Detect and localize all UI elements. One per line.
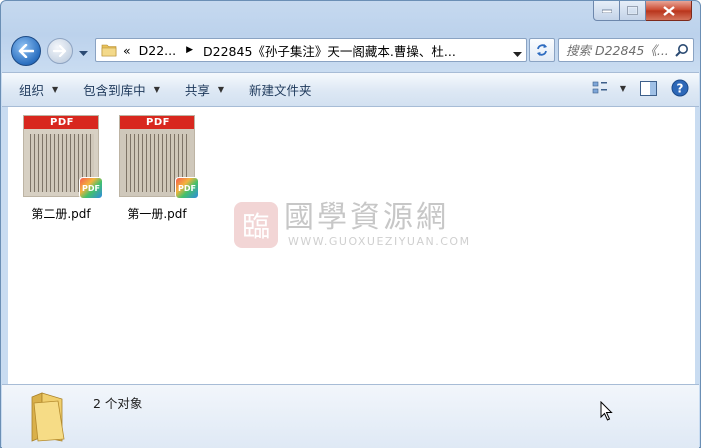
search-icon[interactable]: [675, 43, 689, 57]
details-pane: 2 个对象: [2, 384, 699, 448]
chevron-down-icon: ▼: [217, 85, 225, 94]
watermark: 臨 國學資源網 WWW.GUOXUEZIYUAN.COM: [234, 201, 471, 248]
organize-label: 组织: [19, 83, 45, 98]
watermark-text: 國學資源網 WWW.GUOXUEZIYUAN.COM: [284, 200, 471, 249]
navigation-bar: « D22... ▶ D22845《孙子集注》天一阁藏本.曹操、杜...: [9, 34, 695, 68]
caption-buttons: [593, 1, 692, 21]
preview-pane-button[interactable]: [640, 80, 657, 96]
watermark-url: WWW.GUOXUEZIYUAN.COM: [288, 235, 471, 248]
explorer-window: « D22... ▶ D22845《孙子集注》天一阁藏本.曹操、杜... 搜索 …: [0, 0, 701, 448]
command-bar: 组织 ▼ 包含到库中 ▼ 共享 ▼ 新建文件夹 ▼ ?: [2, 72, 699, 107]
chevron-down-icon[interactable]: ▼: [620, 84, 626, 93]
svg-text:?: ?: [677, 82, 684, 96]
breadcrumb-current[interactable]: D22845《孙子集注》天一阁藏本.曹操、杜...: [203, 41, 456, 60]
help-icon: ?: [671, 79, 689, 97]
breadcrumb-overflow[interactable]: «: [123, 43, 131, 58]
back-arrow-icon: [18, 44, 34, 58]
pdf-app-icon: PDF: [79, 177, 103, 199]
mouse-cursor-icon: [600, 401, 613, 421]
file-name[interactable]: 第二册.pdf: [31, 205, 90, 222]
folder-icon: [101, 44, 117, 57]
chevron-down-icon: ▼: [52, 85, 59, 94]
item-count: 2 个对象: [93, 396, 143, 411]
file-list-pane[interactable]: PDF PDF 第二册.pdf PDF PDF 第一册.pdf 臨 國學資源網 …: [8, 107, 695, 384]
chevron-down-icon: ▼: [153, 85, 160, 94]
folder-icon: [31, 392, 65, 442]
pdf-banner: PDF: [120, 116, 194, 129]
file-item[interactable]: PDF PDF 第二册.pdf: [21, 115, 103, 222]
file-item[interactable]: PDF PDF 第一册.pdf: [117, 115, 199, 222]
refresh-button[interactable]: [529, 38, 555, 62]
organize-menu[interactable]: 组织 ▼: [11, 78, 66, 102]
chevron-down-icon: [513, 52, 522, 57]
recent-pages-dropdown[interactable]: [79, 46, 88, 60]
help-button[interactable]: ?: [671, 79, 689, 97]
view-options-icon: [592, 81, 607, 94]
toolbar-right-icons: ▼ ?: [578, 79, 689, 97]
pdf-thumbnail: PDF PDF: [119, 115, 199, 199]
back-button[interactable]: [11, 36, 41, 66]
breadcrumb: « D22... ▶ D22845《孙子集注》天一阁藏本.曹操、杜...: [123, 41, 456, 60]
chevron-down-icon: [79, 51, 88, 56]
address-bar[interactable]: « D22... ▶ D22845《孙子集注》天一阁藏本.曹操、杜...: [95, 38, 527, 62]
search-input[interactable]: [566, 42, 678, 58]
address-dropdown[interactable]: [513, 47, 522, 61]
watermark-seal: 臨: [234, 201, 278, 248]
include-in-library-label: 包含到库中: [83, 83, 146, 98]
include-in-library-menu[interactable]: 包含到库中 ▼: [75, 78, 168, 102]
maximize-icon: [627, 6, 638, 15]
change-view-button[interactable]: ▼: [592, 81, 626, 95]
breadcrumb-separator-icon[interactable]: ▶: [186, 45, 193, 55]
maximize-button[interactable]: [620, 1, 646, 21]
file-name[interactable]: 第一册.pdf: [127, 205, 186, 222]
pdf-app-icon: PDF: [175, 177, 199, 199]
preview-pane-icon: [640, 80, 657, 96]
watermark-title: 國學資源網: [284, 200, 449, 235]
minimize-icon: [601, 9, 612, 13]
search-box[interactable]: [558, 38, 694, 62]
minimize-button[interactable]: [593, 1, 620, 21]
close-icon: [662, 5, 675, 16]
share-label: 共享: [184, 83, 210, 98]
forward-arrow-icon: [53, 45, 67, 57]
breadcrumb-parent[interactable]: D22...: [139, 43, 176, 58]
forward-button[interactable]: [47, 38, 73, 64]
new-folder-label: 新建文件夹: [249, 83, 312, 98]
pdf-banner: PDF: [24, 116, 98, 129]
pdf-thumbnail: PDF PDF: [23, 115, 103, 199]
refresh-icon: [537, 44, 547, 56]
close-button[interactable]: [646, 1, 692, 21]
new-folder-button[interactable]: 新建文件夹: [241, 78, 320, 102]
share-menu[interactable]: 共享 ▼: [177, 78, 232, 102]
